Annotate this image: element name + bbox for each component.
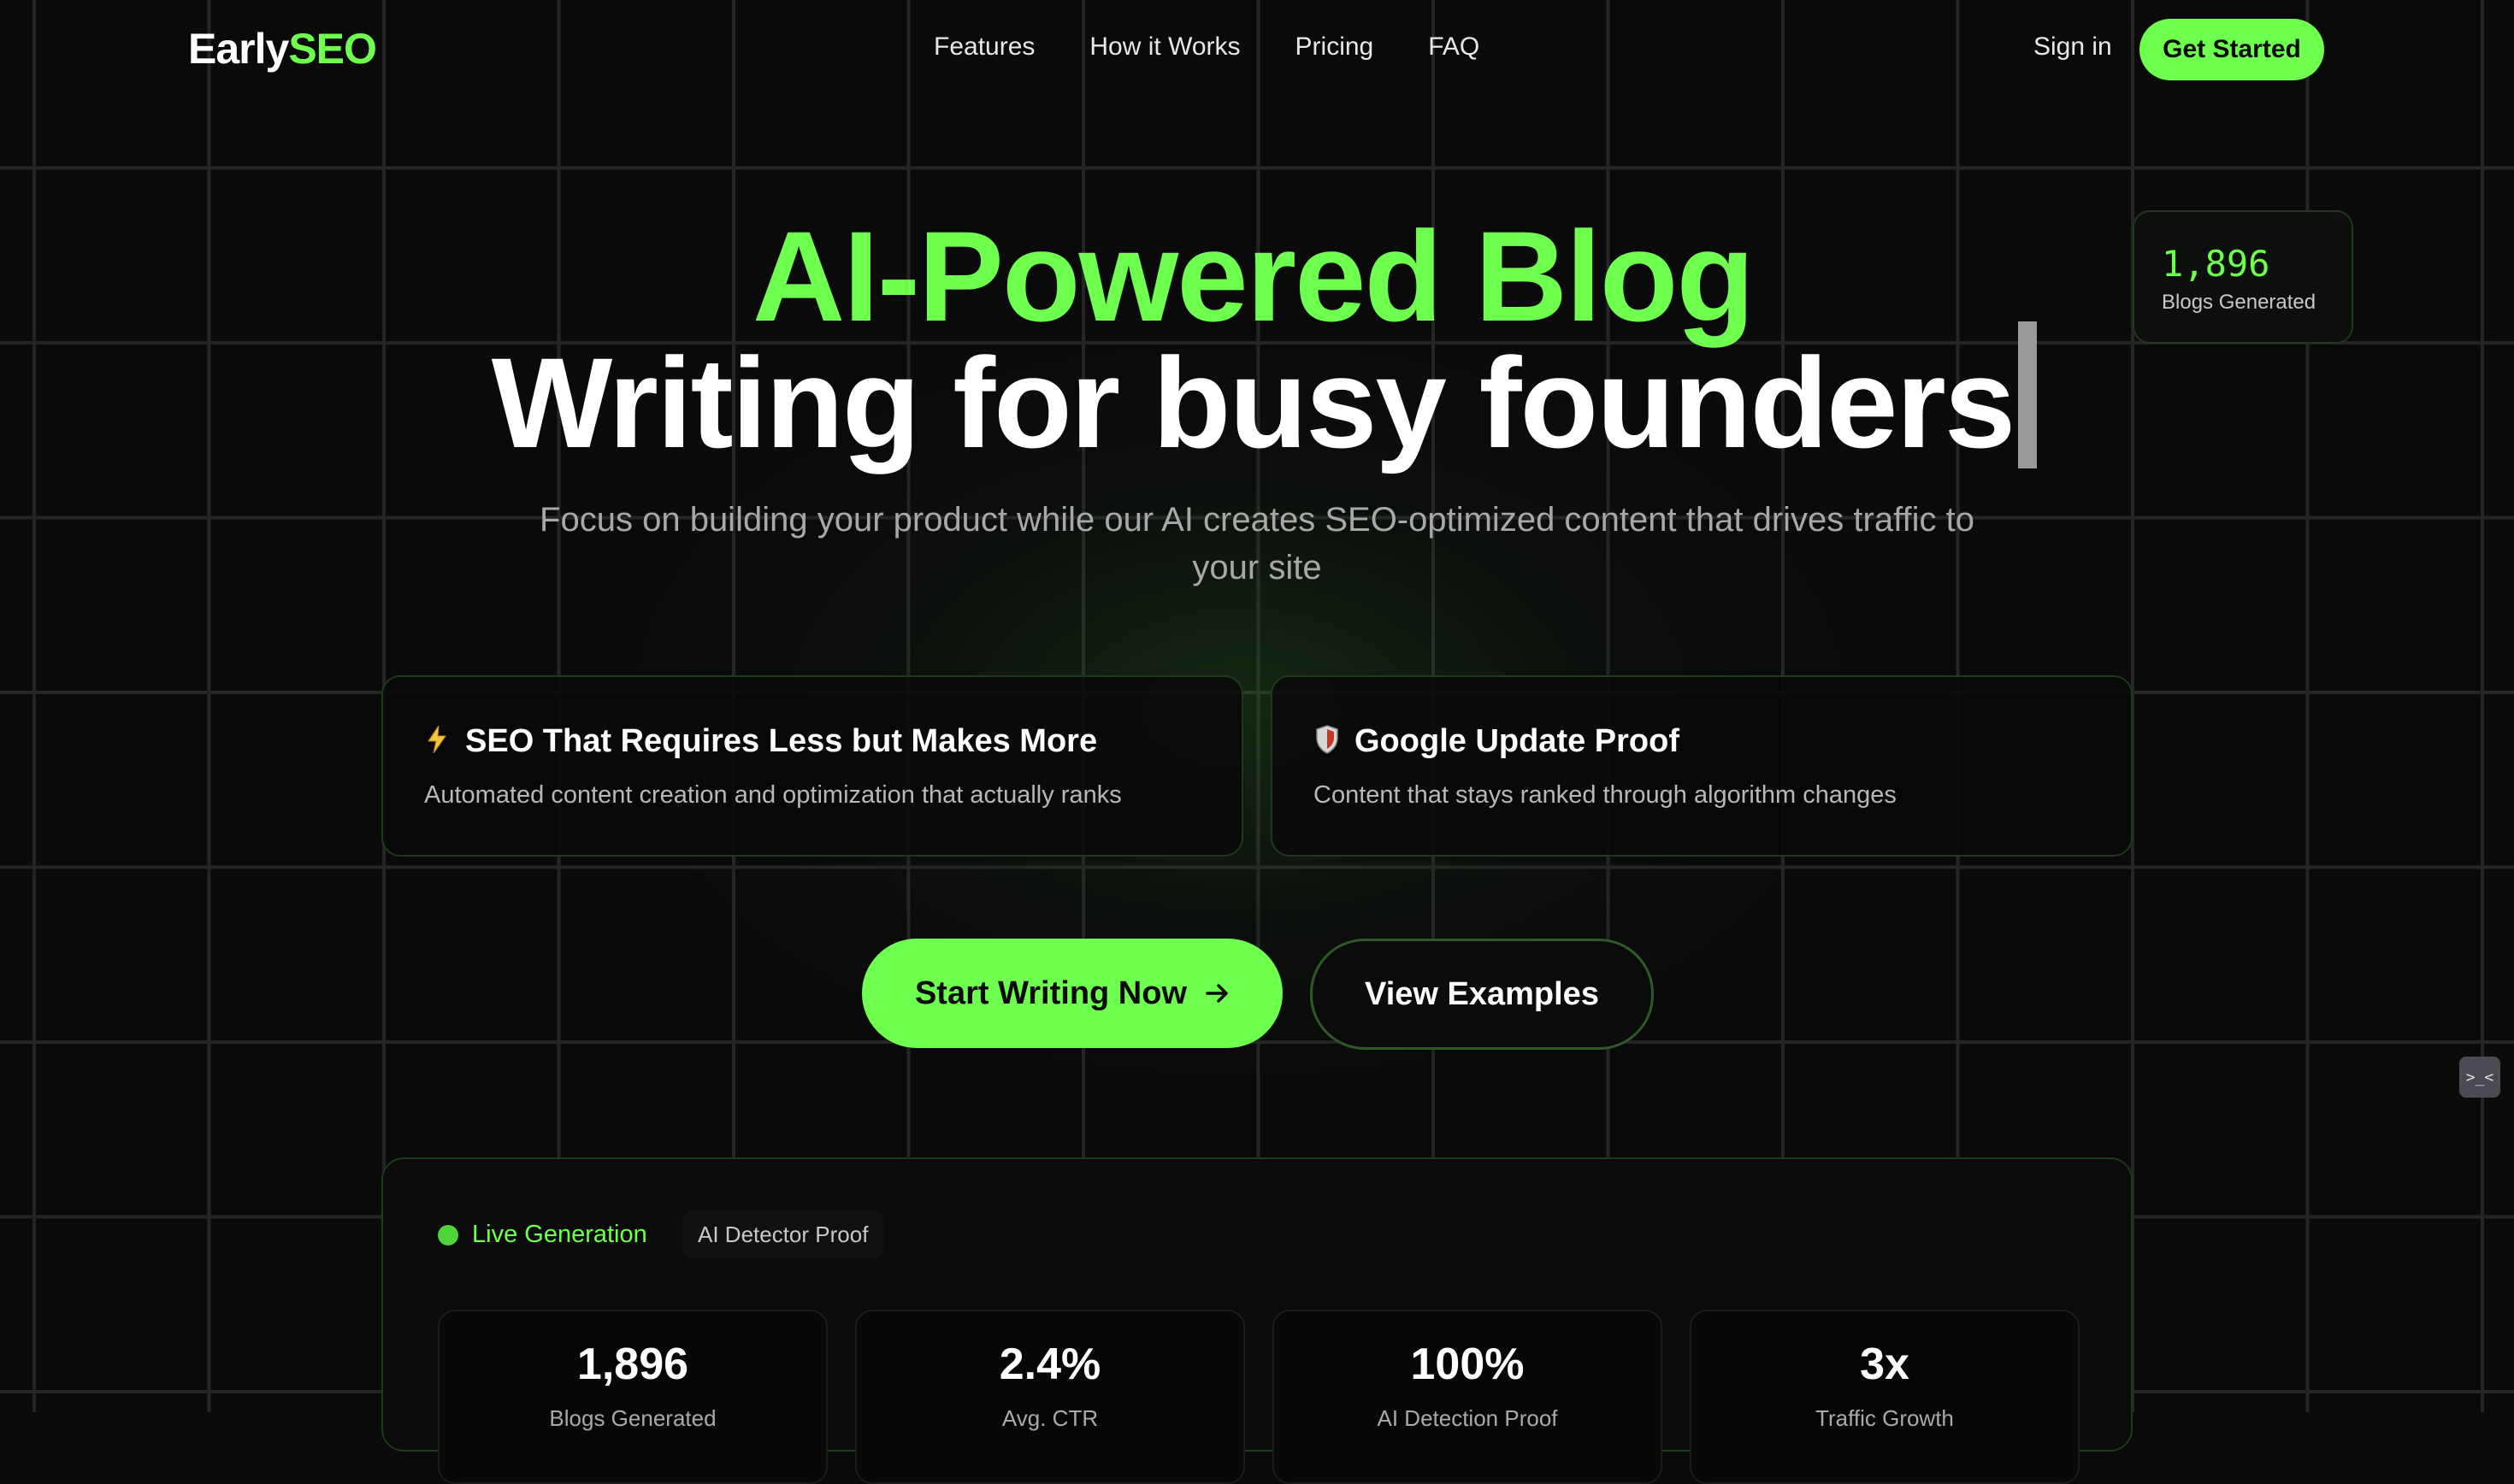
stat-card: 3x Traffic Growth (1690, 1310, 2080, 1484)
logo-seo: SEO (288, 25, 377, 73)
ai-detector-proof-badge: AI Detector Proof (682, 1210, 884, 1258)
top-navigation: EarlySEO Features How it Works Pricing F… (0, 0, 2514, 99)
nav-link-how-it-works[interactable]: How it Works (1089, 32, 1240, 62)
stat-value: 2.4% (999, 1340, 1101, 1389)
get-started-button[interactable]: Get Started (2139, 19, 2324, 80)
nav-links: Features How it Works Pricing FAQ (934, 32, 1479, 62)
stat-value: 1,896 (576, 1340, 689, 1389)
headline-line-1: AI-Powered Blog (752, 204, 1755, 348)
terminal-icon[interactable]: >_< (2459, 1057, 2500, 1098)
feature-title: Google Update Proof (1354, 723, 1679, 759)
stat-value: 100% (1410, 1340, 1525, 1389)
view-examples-button[interactable]: View Examples (1310, 939, 1654, 1050)
hero-subtitle: Focus on building your product while our… (540, 501, 1974, 586)
typing-cursor (2018, 321, 2037, 468)
nav-link-faq[interactable]: FAQ (1428, 32, 1479, 62)
nav-link-features[interactable]: Features (934, 32, 1035, 62)
arrow-right-icon (1206, 975, 1230, 1012)
sign-in-link[interactable]: Sign in (2033, 32, 2112, 62)
stat-card: 2.4% Avg. CTR (855, 1310, 1245, 1484)
stat-label: Traffic Growth (1815, 1405, 1954, 1431)
shield-icon (1315, 725, 1339, 761)
live-generation-panel: Live Generation AI Detector Proof 1,896 … (381, 1157, 2133, 1484)
feature-description: Content that stays ranked through algori… (1313, 781, 1897, 809)
logo[interactable]: EarlySEO (188, 24, 377, 74)
nav-link-pricing[interactable]: Pricing (1295, 32, 1374, 62)
stat-label: Blogs Generated (549, 1405, 717, 1431)
feature-card-google-update: Google Update Proof Content that stays r… (1271, 675, 2133, 857)
stat-label: Avg. CTR (1001, 1405, 1099, 1431)
feature-description: Automated content creation and optimizat… (424, 781, 1122, 809)
start-writing-label: Start Writing Now (914, 975, 1188, 1011)
stat-card: 1,896 Blogs Generated (438, 1310, 828, 1484)
stat-card: 100% AI Detection Proof (1272, 1310, 1662, 1484)
live-generation-label: Live Generation (472, 1221, 647, 1248)
headline-line-2: Writing for busy founders (491, 331, 2016, 474)
feature-card-seo: SEO That Requires Less but Makes More Au… (381, 675, 1243, 857)
logo-early: Early (188, 25, 289, 73)
live-generation-indicator: Live Generation (438, 1221, 647, 1249)
stat-label: AI Detection Proof (1377, 1405, 1558, 1431)
stat-value: 3x (1860, 1340, 1909, 1389)
lightning-icon (426, 725, 448, 761)
status-dot-icon (438, 1224, 458, 1246)
start-writing-button[interactable]: Start Writing Now (862, 939, 1283, 1048)
feature-title: SEO That Requires Less but Makes More (465, 723, 1098, 759)
